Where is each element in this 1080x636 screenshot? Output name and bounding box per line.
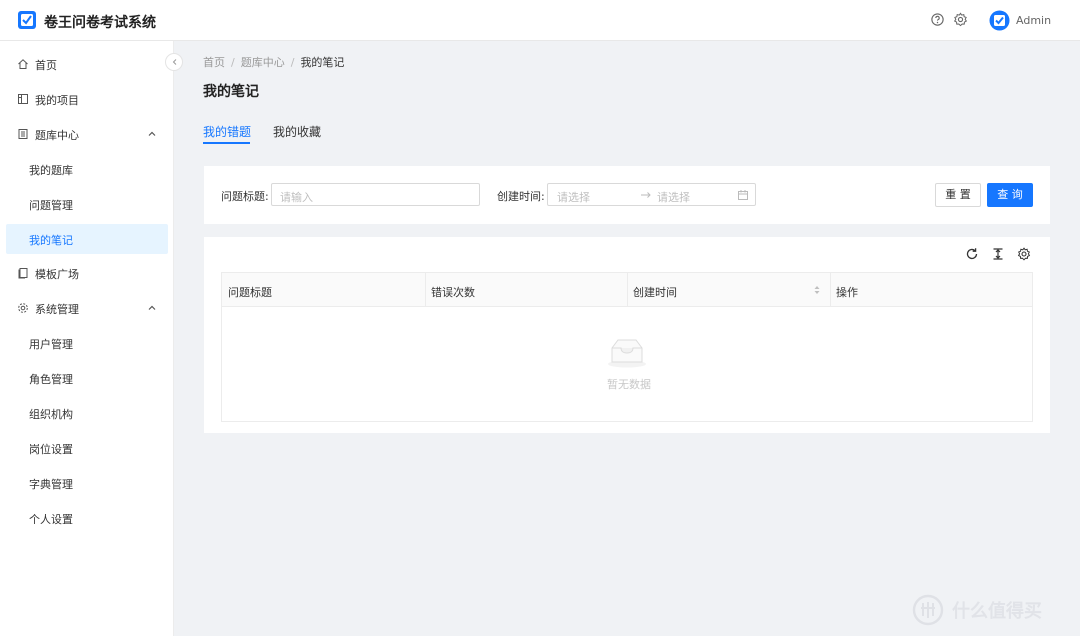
sidebar-item-label: 用户管理 <box>29 338 73 351</box>
help-icon[interactable] <box>930 12 945 27</box>
sidebar-item-question-manage[interactable]: 问题管理 <box>0 189 174 219</box>
sidebar-item-personal-settings[interactable]: 个人设置 <box>0 503 174 533</box>
sidebar-item-dictionary[interactable]: 字典管理 <box>0 468 174 498</box>
page-title: 我的笔记 <box>203 84 259 100</box>
sidebar-item-label: 个人设置 <box>29 513 73 526</box>
empty-state-text: 暂无数据 <box>607 378 651 391</box>
sidebar-item-organization[interactable]: 组织机构 <box>0 398 174 428</box>
sidebar-item-label: 问题管理 <box>29 199 73 212</box>
chevron-left-icon <box>172 59 177 65</box>
system-icon <box>18 303 28 313</box>
column-header-label: 创建时间 <box>633 286 677 299</box>
breadcrumb-current: 我的笔记 <box>300 56 345 69</box>
sidebar-item-label: 题库中心 <box>35 129 79 142</box>
sidebar-item-label: 字典管理 <box>29 478 73 491</box>
sidebar-item-system[interactable]: 系统管理 <box>0 293 174 323</box>
breadcrumb-separator: / <box>290 56 295 69</box>
breadcrumb-item[interactable]: 题库中心 <box>241 56 285 69</box>
breadcrumb-item[interactable]: 首页 <box>203 56 225 69</box>
chevron-up-icon <box>148 305 156 310</box>
logo-icon <box>18 11 36 29</box>
app-title: 卷王问卷考试系统 <box>44 15 156 31</box>
column-header-created-time[interactable]: 创建时间 <box>627 273 830 307</box>
sidebar-item-label: 我的笔记 <box>29 234 73 247</box>
sidebar-item-label: 组织机构 <box>29 408 73 421</box>
watermark-text: 什么值得买 <box>952 601 1042 622</box>
sidebar-item-label: 角色管理 <box>29 373 73 386</box>
sort-icon[interactable] <box>813 284 821 296</box>
user-name[interactable]: Admin <box>1016 14 1051 27</box>
column-header-actions: 操作 <box>830 273 1032 307</box>
sidebar: 首页 我的项目 题库中心 我的题库 问题管理 我的笔记 模板广场 系统管理 用户… <box>0 41 174 636</box>
sidebar-item-projects[interactable]: 我的项目 <box>0 84 174 114</box>
sidebar-item-label: 我的题库 <box>29 164 73 177</box>
column-header-label: 错误次数 <box>431 286 475 299</box>
sidebar-item-home[interactable]: 首页 <box>0 49 174 79</box>
template-icon <box>18 268 28 279</box>
tab-wrong-questions[interactable]: 我的错题 <box>203 123 251 140</box>
sidebar-item-label: 我的项目 <box>35 94 79 107</box>
column-settings-icon[interactable] <box>1017 247 1031 261</box>
home-icon <box>18 59 28 69</box>
watermark-logo <box>912 594 944 626</box>
sidebar-item-label: 岗位设置 <box>29 443 73 456</box>
input-placeholder: 请输入 <box>280 191 313 204</box>
column-header-error-count: 错误次数 <box>425 273 628 307</box>
sidebar-item-label: 首页 <box>35 59 57 72</box>
title-filter-label: 问题标题: <box>221 190 269 203</box>
project-icon <box>18 94 28 104</box>
time-filter-label: 创建时间: <box>497 190 545 203</box>
end-date-input[interactable]: 请选择 <box>657 189 690 205</box>
sidebar-collapse-button[interactable] <box>165 53 183 71</box>
settings-icon[interactable] <box>953 12 968 27</box>
calendar-icon <box>738 190 748 200</box>
sidebar-item-label: 模板广场 <box>35 268 79 281</box>
column-header-label: 操作 <box>836 286 858 299</box>
sidebar-item-templates[interactable]: 模板广场 <box>0 258 174 288</box>
question-bank-icon <box>18 129 28 139</box>
column-header-title: 问题标题 <box>222 273 425 307</box>
date-range-picker[interactable]: 请选择 请选择 <box>547 183 756 206</box>
avatar[interactable] <box>989 10 1010 31</box>
reset-button[interactable]: 重 置 <box>935 183 981 207</box>
notes-table: 问题标题 错误次数 创建时间 操作 暂无数据 <box>221 272 1033 422</box>
chevron-up-icon <box>148 131 156 136</box>
table-header: 问题标题 错误次数 创建时间 操作 <box>222 273 1032 307</box>
breadcrumb-separator: / <box>231 56 235 69</box>
start-date-input[interactable]: 请选择 <box>557 189 590 205</box>
tab-active-indicator <box>203 142 250 144</box>
empty-inbox-icon <box>608 339 646 368</box>
title-filter-input[interactable]: 请输入 <box>271 183 480 206</box>
reload-icon[interactable] <box>965 247 979 261</box>
sidebar-item-positions[interactable]: 岗位设置 <box>0 433 174 463</box>
breadcrumb: 首页 / 题库中心 / 我的笔记 <box>203 54 344 70</box>
sidebar-item-role-manage[interactable]: 角色管理 <box>0 363 174 393</box>
sidebar-item-label: 系统管理 <box>35 303 79 316</box>
sidebar-item-my-bank[interactable]: 我的题库 <box>0 154 174 184</box>
sidebar-item-question-bank[interactable]: 题库中心 <box>0 119 174 149</box>
sidebar-item-user-manage[interactable]: 用户管理 <box>0 328 174 358</box>
arrow-right-icon <box>641 192 651 198</box>
top-header: 卷王问卷考试系统 Admin <box>0 0 1080 41</box>
density-icon[interactable] <box>991 247 1005 261</box>
tab-favorites[interactable]: 我的收藏 <box>273 123 321 140</box>
query-button[interactable]: 查 询 <box>987 183 1033 207</box>
column-header-label: 问题标题 <box>228 286 272 299</box>
sidebar-item-my-notes[interactable]: 我的笔记 <box>6 224 168 254</box>
